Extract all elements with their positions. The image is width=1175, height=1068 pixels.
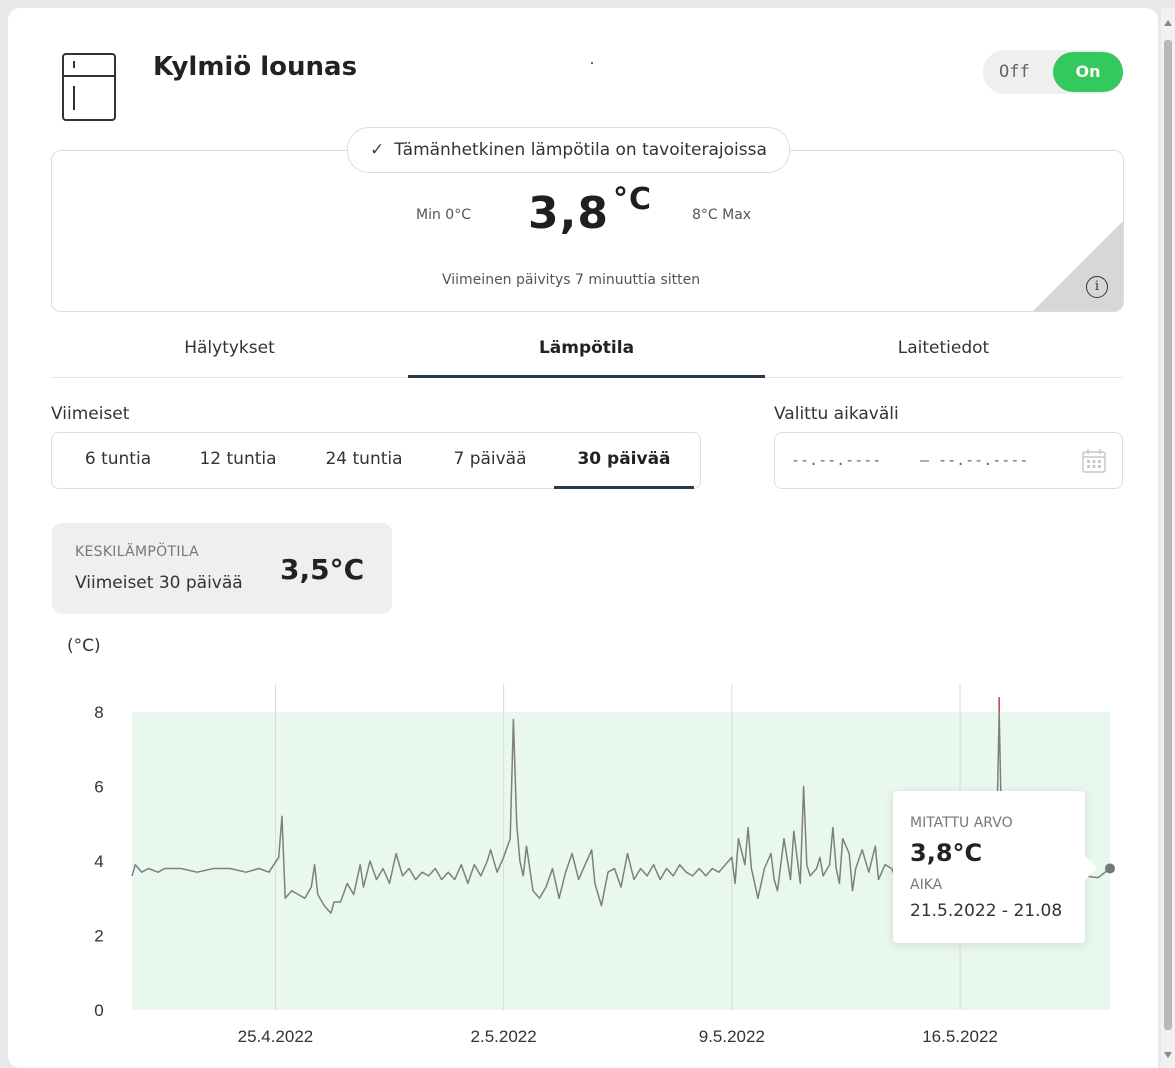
selected-data-point [1105, 863, 1115, 874]
y-tick-label: 8 [94, 703, 103, 722]
vertical-scrollbar[interactable] [1161, 8, 1175, 1068]
tooltip-measured-value: 3,8°C [910, 839, 983, 867]
scrollbar-thumb[interactable] [1164, 40, 1172, 1030]
y-tick-label: 2 [94, 927, 103, 946]
x-tick-label: 9.5.2022 [699, 1027, 765, 1046]
chart-tooltip: MITATTU ARVO 3,8°C AIKA 21.5.2022 - 21.0… [893, 791, 1097, 943]
scroll-up-arrow-icon[interactable] [1164, 20, 1172, 26]
y-tick-label: 6 [94, 778, 103, 797]
y-tick-label: 0 [94, 1001, 103, 1020]
x-tick-label: 16.5.2022 [922, 1027, 998, 1046]
tooltip-measured-label: MITATTU ARVO [910, 815, 1013, 831]
tooltip-time-value: 21.5.2022 - 21.08 [910, 901, 1063, 921]
x-tick-label: 25.4.2022 [238, 1027, 314, 1046]
scroll-down-arrow-icon[interactable] [1164, 1052, 1172, 1058]
x-tick-label: 2.5.2022 [471, 1027, 537, 1046]
y-tick-label: 4 [94, 852, 103, 871]
tooltip-time-label: AIKA [910, 877, 943, 893]
